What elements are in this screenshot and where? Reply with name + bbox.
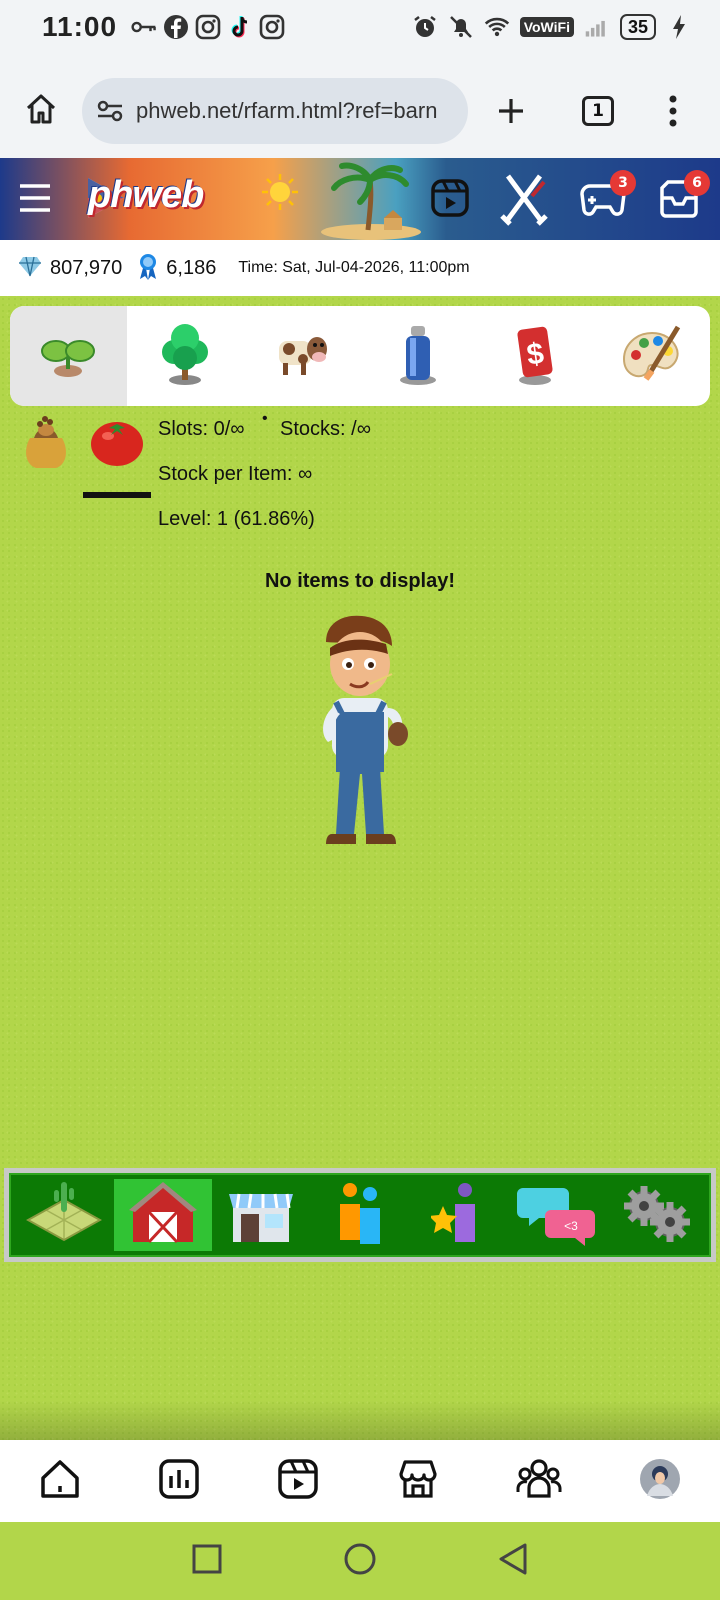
barn-icon <box>127 1178 199 1252</box>
nav-friends[interactable] <box>311 1179 410 1251</box>
shop-icon <box>225 1180 297 1250</box>
store-icon[interactable] <box>397 1458 439 1504</box>
stats-bar: 807,970 6,186 Time: Sat, Jul-04-2026, 11… <box>0 240 720 296</box>
game-bottom-nav: <3 <box>4 1168 716 1262</box>
achievements-icon <box>428 1180 487 1250</box>
spray-can-icon <box>393 322 443 390</box>
facebook-icon <box>163 14 189 40</box>
battle-icon[interactable] <box>498 168 550 234</box>
friends-icon <box>332 1180 388 1250</box>
selected-item-indicator <box>83 492 151 498</box>
sun-icon <box>260 172 300 216</box>
tab-trees[interactable] <box>127 306 244 406</box>
palette-icon <box>620 323 684 389</box>
groups-icon[interactable] <box>516 1458 562 1504</box>
server-time: Time: Sat, Jul-04-2026, 11:00pm <box>238 259 470 276</box>
url-text: phweb.net/rfarm.html?ref=barn <box>136 98 438 123</box>
nav-barn[interactable] <box>113 1178 213 1252</box>
site-info-icon[interactable] <box>96 98 124 124</box>
separator-dot: • <box>262 410 268 427</box>
battery-icon: 35 <box>619 14 656 40</box>
back-icon[interactable] <box>497 1542 529 1580</box>
games-badge: 3 <box>610 170 636 196</box>
url-bar[interactable]: phweb.net/rfarm.html?ref=barn <box>82 78 468 144</box>
notification-icons <box>131 14 285 40</box>
tab-seeds[interactable] <box>10 306 127 406</box>
tab-decor[interactable] <box>593 306 710 406</box>
site-header: phweb 3 6 <box>0 158 720 240</box>
instagram-icon <box>195 14 221 40</box>
inbox-badge: 6 <box>684 170 710 196</box>
nav-farm[interactable] <box>15 1179 114 1251</box>
browser-toolbar: phweb.net/rfarm.html?ref=barn 1 <box>0 54 720 158</box>
profile-avatar[interactable] <box>639 1458 681 1504</box>
nav-chat[interactable]: <3 <box>508 1179 607 1251</box>
palm-beach-icon <box>316 160 426 240</box>
slots-text: Slots: 0/∞ <box>158 418 245 440</box>
vowifi-icon: VoWiFi <box>519 17 574 37</box>
home-icon[interactable] <box>24 92 58 130</box>
app-bottom-nav <box>0 1440 720 1522</box>
new-tab-icon[interactable] <box>496 96 526 130</box>
more-icon[interactable] <box>668 94 678 132</box>
category-tabs: $ <box>10 306 710 406</box>
settings-icon <box>618 1180 694 1250</box>
medal-count: 6,186 <box>166 256 217 279</box>
svg-text:<3: <3 <box>564 1219 578 1233</box>
seed-bag-icon[interactable] <box>20 414 72 477</box>
tiktok-icon <box>227 14 253 40</box>
level-text: Level: 1 (61.86%) <box>158 508 315 530</box>
stocks-text: Stocks: /∞ <box>280 418 371 440</box>
recents-icon[interactable] <box>191 1543 223 1579</box>
farmer-character <box>296 612 426 852</box>
alarm-icon <box>412 14 438 40</box>
nav-shop[interactable] <box>212 1179 311 1251</box>
dollar-icon: $ <box>510 322 560 390</box>
reels-icon[interactable] <box>277 1458 319 1504</box>
nav-settings[interactable] <box>606 1179 705 1251</box>
wifi-icon <box>484 14 510 40</box>
tabs-icon[interactable]: 1 <box>582 96 614 126</box>
status-bar: 11:00 VoWiFi 35 <box>0 0 720 54</box>
sprout-icon <box>40 329 96 383</box>
empty-message: No items to display! <box>264 570 456 592</box>
tree-icon <box>160 322 210 390</box>
status-time: 11:00 <box>42 11 118 42</box>
mute-icon <box>448 14 474 40</box>
farm-field-icon <box>26 1178 103 1252</box>
tab-tools[interactable] <box>360 306 477 406</box>
charging-icon <box>666 14 692 40</box>
reels-icon[interactable] <box>430 178 470 222</box>
tab-animals[interactable] <box>243 306 360 406</box>
home-icon[interactable] <box>39 1458 81 1504</box>
shadow-divider <box>0 1400 720 1440</box>
menu-icon[interactable] <box>18 182 52 218</box>
tomato-icon[interactable] <box>88 412 146 473</box>
medal-icon <box>138 252 158 285</box>
farm-area: $ Slots: 0/∞ • Stocks: /∞ Stock per Item… <box>0 296 720 1440</box>
stock-per-item-text: Stock per Item: ∞ <box>158 463 313 485</box>
stats-icon[interactable] <box>158 1458 200 1504</box>
instagram-icon <box>259 14 285 40</box>
site-logo[interactable]: phweb <box>88 174 204 217</box>
diamond-icon <box>18 255 42 282</box>
system-status-icons: VoWiFi 35 <box>412 14 692 40</box>
cow-icon <box>275 331 329 381</box>
nav-achievements[interactable] <box>409 1179 508 1251</box>
system-navigation <box>0 1522 720 1600</box>
chat-icon: <3 <box>517 1180 597 1250</box>
signal-icon <box>584 14 610 40</box>
diamond-count: 807,970 <box>50 256 123 279</box>
home-circle-icon[interactable] <box>343 1542 377 1580</box>
tab-sell[interactable]: $ <box>477 306 594 406</box>
key-icon <box>131 14 157 40</box>
